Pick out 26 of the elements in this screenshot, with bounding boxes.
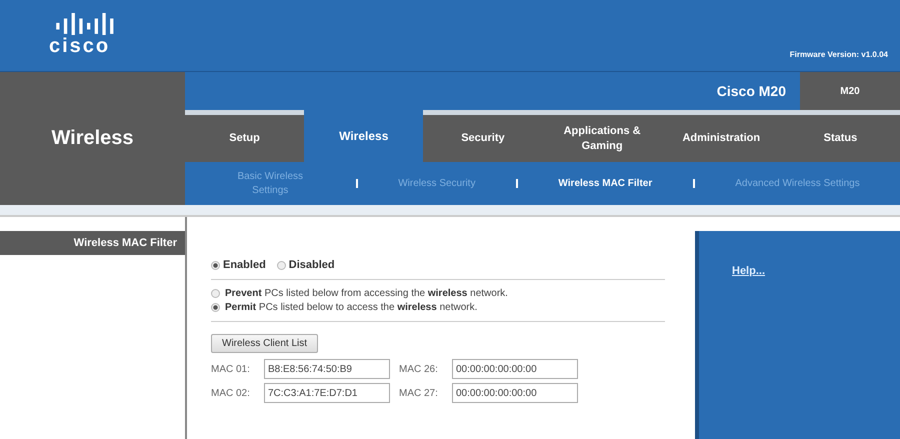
nav-tab[interactable]: Wireless: [304, 110, 424, 162]
radio-label: Enabled: [223, 259, 266, 271]
radio-button[interactable]: [211, 289, 220, 298]
mac-label: MAC 27:: [399, 388, 439, 398]
sidebar-heading: Wireless MAC Filter: [0, 231, 185, 255]
help-link[interactable]: Help...: [732, 265, 766, 277]
option-text: Permit PCs listed below to access the wireless network.: [225, 302, 478, 313]
firmware-version: Firmware Version: v1.0.04: [790, 50, 888, 59]
radio-button[interactable]: [276, 260, 286, 270]
mac-input-field[interactable]: 7C:C3:A1:7E:D7:D1: [264, 383, 390, 403]
radio-button[interactable]: [211, 303, 220, 312]
mac-input-field[interactable]: B8:E8:56:74:50:B9: [264, 359, 390, 379]
mac-label: MAC 01:: [211, 364, 251, 374]
mac-label: MAC 02:: [211, 388, 251, 398]
mac-label: MAC 26:: [399, 364, 439, 374]
logo-wordmark: cisco: [49, 35, 110, 57]
wireless-client-list-button[interactable]: Wireless Client List: [211, 334, 318, 353]
radio-label: Disabled: [288, 259, 335, 271]
radio-button[interactable]: [211, 260, 220, 270]
option-text: Prevent PCs listed below from accessing the wireless network.: [225, 288, 508, 299]
subnav-link[interactable]: Wireless MAC Filter: [558, 176, 652, 190]
mac-input-field[interactable]: 00:00:00:00:00:00: [452, 359, 578, 379]
section-title: Wireless: [51, 127, 134, 150]
product-name: Cisco M20: [716, 83, 787, 99]
model-label: M20: [800, 72, 900, 110]
mac-input-field[interactable]: 00:00:00:00:00:00: [452, 383, 578, 403]
